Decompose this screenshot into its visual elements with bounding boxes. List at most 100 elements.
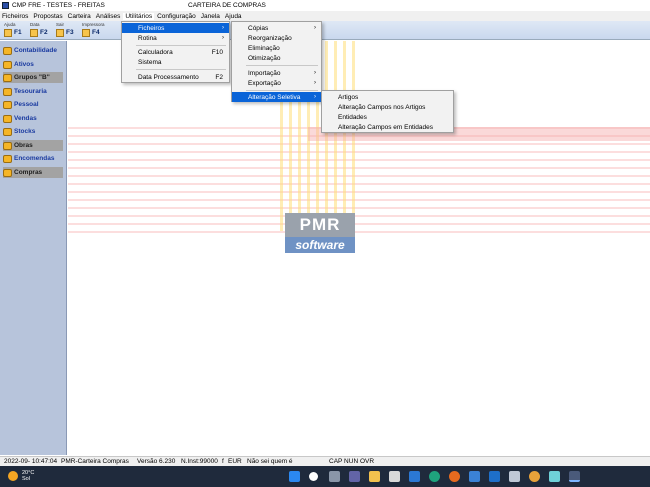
- app-icon-blue[interactable]: [469, 471, 480, 482]
- menu-ajuda[interactable]: Ajuda: [223, 13, 244, 20]
- key-icon: [3, 87, 12, 96]
- sidebar-item-contabilidade[interactable]: Contabilidade: [3, 45, 63, 56]
- menu-item-label: Calculadora: [138, 48, 173, 56]
- ficheiros-submenu: Cópias › Reorganização Eliminação Otimiza…: [231, 21, 322, 102]
- sidebar-item-compras[interactable]: Compras: [3, 167, 63, 178]
- calendar-app-icon[interactable]: [389, 471, 400, 482]
- menu-utilitarios[interactable]: Utilitários: [123, 12, 155, 20]
- taskbar: 20°C Sol: [0, 466, 650, 487]
- menu-item-label: Data Processamento: [138, 73, 199, 81]
- utilitarios-menu: Ficheiros › Rotina › Calculadora F10 Sistem…: [121, 21, 230, 83]
- menu-item-rotina[interactable]: Rotina ›: [122, 33, 229, 43]
- menu-item-shortcut: F10: [211, 48, 223, 56]
- menu-item-label: Eliminação: [248, 44, 280, 52]
- sidebar-item-stocks[interactable]: Stocks: [3, 126, 63, 137]
- menu-item-label: Sistema: [138, 58, 162, 66]
- menu-item-otimizacao[interactable]: Otimização: [232, 53, 321, 63]
- menu-separator: [246, 90, 318, 91]
- menu-item-entidades[interactable]: Entidades: [322, 112, 453, 122]
- menu-ficheiros[interactable]: Ficheiros: [0, 13, 30, 20]
- chevron-right-icon: ›: [314, 94, 316, 100]
- menu-propostas[interactable]: Propostas: [31, 13, 64, 20]
- menu-item-label: Otimização: [248, 54, 281, 62]
- file-explorer-icon[interactable]: [369, 471, 380, 482]
- date-key: F2: [40, 29, 48, 36]
- menu-item-exportacao[interactable]: Exportação ›: [232, 78, 321, 88]
- chevron-right-icon: ›: [314, 25, 316, 31]
- menu-item-label: Artigos: [338, 93, 359, 101]
- menu-separator: [136, 69, 226, 70]
- help-key: F1: [14, 29, 22, 36]
- sidebar-item-grupos-b[interactable]: Grupos "B": [3, 72, 63, 83]
- menu-item-label: Cópias: [248, 24, 269, 32]
- sidebar-item-vendas[interactable]: Vendas: [3, 113, 63, 124]
- sidebar-item-tesouraria[interactable]: Tesouraria: [3, 86, 63, 97]
- printer-icon: [82, 29, 90, 37]
- menu-item-copias[interactable]: Cópias ›: [232, 23, 321, 33]
- key-icon: [3, 46, 12, 55]
- help-button[interactable]: Ajuda F1: [2, 22, 27, 39]
- app-icon-teal[interactable]: [549, 471, 560, 482]
- status-currency-flag: f: [222, 458, 224, 465]
- browser-icon[interactable]: [429, 471, 440, 482]
- status-inst: N.Inst:99000: [181, 458, 218, 465]
- menu-item-alteracao-campos-artigos[interactable]: Alteração Campos nos Artigos: [322, 102, 453, 112]
- exit-button[interactable]: Sair F3: [54, 22, 79, 39]
- outlook-icon[interactable]: [489, 471, 500, 482]
- menu-item-alteracao-seletiva[interactable]: Alteração Seletiva ›: [232, 92, 321, 102]
- sidebar-item-ativos[interactable]: Ativos: [3, 59, 63, 70]
- weather-condition: Sol: [22, 476, 30, 482]
- firefox-icon[interactable]: [449, 471, 460, 482]
- window-title: CARTEIRA DE COMPRAS: [188, 2, 266, 9]
- exit-key: F3: [66, 29, 74, 36]
- printer-button[interactable]: Impressora F4: [80, 22, 105, 39]
- exit-caption: Sair: [56, 22, 65, 27]
- status-currency: EUR: [228, 458, 242, 465]
- menu-carteira[interactable]: Carteira: [66, 13, 93, 20]
- windows-start-icon[interactable]: [289, 471, 300, 482]
- key-icon: [3, 60, 12, 69]
- status-datetime: 2022-09- 10:47:04: [4, 458, 58, 465]
- menu-item-importacao[interactable]: Importação ›: [232, 68, 321, 78]
- printer-key: F4: [92, 29, 100, 36]
- menu-item-shortcut: F2: [215, 73, 223, 81]
- status-keys: CAP NUN OVR: [329, 458, 375, 465]
- edge-icon[interactable]: [409, 471, 420, 482]
- menu-item-eliminacao[interactable]: Eliminação: [232, 43, 321, 53]
- sidebar-item-obras[interactable]: Obras: [3, 140, 63, 151]
- sidebar-item-encomendas[interactable]: Encomendas: [3, 153, 63, 164]
- pmr-app-icon[interactable]: [569, 471, 580, 482]
- menu-bar: Ficheiros Propostas Carteira Análises Ut…: [0, 11, 650, 21]
- menu-janela[interactable]: Janela: [199, 13, 222, 20]
- sidebar-item-pessoal[interactable]: Pessoal: [3, 99, 63, 110]
- toolbar: Ajuda F1 Data F2 Sair F3 Impressora F4: [0, 21, 650, 40]
- menu-item-label: Importação: [248, 69, 281, 77]
- menu-item-sistema[interactable]: Sistema: [122, 57, 229, 67]
- menu-separator: [246, 65, 318, 66]
- sidebar-item-label: Pessoal: [14, 101, 39, 108]
- sun-icon: [8, 471, 18, 481]
- menu-item-alteracao-campos-entidades[interactable]: Alteração Campos em Entidades: [322, 122, 453, 132]
- search-icon[interactable]: [309, 472, 318, 481]
- app-icon-orange[interactable]: [529, 471, 540, 482]
- menu-item-calculadora[interactable]: Calculadora F10: [122, 47, 229, 57]
- menu-item-ficheiros[interactable]: Ficheiros ›: [122, 23, 229, 33]
- task-view-icon[interactable]: [329, 471, 340, 482]
- chat-icon[interactable]: [349, 471, 360, 482]
- date-caption: Data: [30, 22, 40, 27]
- key-icon: [3, 154, 12, 163]
- key-icon: [3, 141, 12, 150]
- menu-item-data-processamento[interactable]: Data Processamento F2: [122, 72, 229, 82]
- weather-widget[interactable]: 20°C Sol: [8, 470, 34, 482]
- mail-icon[interactable]: [509, 471, 520, 482]
- menu-item-label: Alteração Campos nos Artigos: [338, 103, 426, 111]
- menu-item-label: Alteração Campos em Entidades: [338, 123, 434, 131]
- sidebar: Contabilidade Ativos Grupos "B" Tesourar…: [0, 41, 67, 455]
- date-button[interactable]: Data F2: [28, 22, 53, 39]
- menu-configuracao[interactable]: Configuração: [155, 13, 198, 20]
- menu-analises[interactable]: Análises: [94, 13, 123, 20]
- menu-item-reorganizacao[interactable]: Reorganização: [232, 33, 321, 43]
- menu-item-artigos[interactable]: Artigos: [322, 92, 453, 102]
- logo-software: software: [285, 237, 355, 253]
- sidebar-item-label: Contabilidade: [14, 47, 57, 54]
